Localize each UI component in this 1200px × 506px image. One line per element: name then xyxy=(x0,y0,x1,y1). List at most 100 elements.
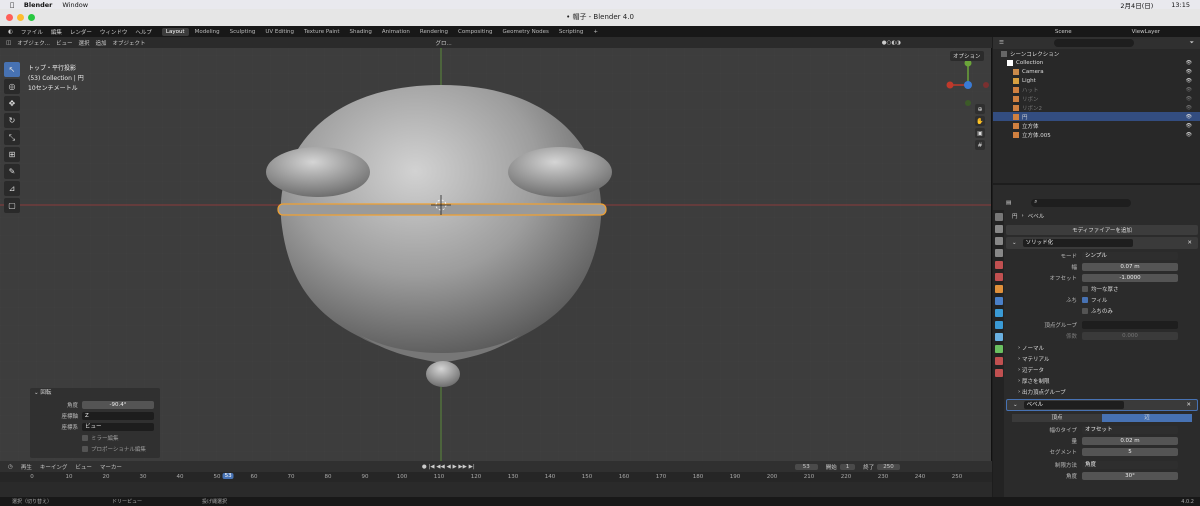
menu-render[interactable]: レンダー xyxy=(70,28,92,36)
tab-texture-paint[interactable]: Texture Paint xyxy=(300,28,344,36)
outliner-editor-icon[interactable]: ☰ xyxy=(999,40,1004,46)
timeline-menu-marker[interactable]: マーカー xyxy=(100,463,122,471)
outliner-item[interactable]: リボン2 👁 xyxy=(993,103,1200,112)
tab-modeling[interactable]: Modeling xyxy=(191,28,224,36)
bevel-name-field[interactable]: ベベル xyxy=(1023,401,1124,409)
material-tab-icon[interactable] xyxy=(995,357,1003,365)
timeline-editor-icon[interactable]: ◷ xyxy=(8,464,13,470)
viewport-menu-select[interactable]: 選択 xyxy=(78,39,89,47)
zoom-icon[interactable]: ⊕ xyxy=(975,104,985,114)
fill-checkbox[interactable] xyxy=(1082,297,1088,303)
search-icon[interactable]: ⌕ xyxy=(1031,199,1132,207)
outliner-item[interactable]: ハット 👁 xyxy=(993,85,1200,94)
tab-layout[interactable]: Layout xyxy=(161,27,189,36)
close-icon[interactable]: ✕ xyxy=(1186,402,1191,408)
modifier-tab-icon[interactable] xyxy=(995,297,1003,305)
expand-chevron-icon[interactable]: ⌄ xyxy=(1013,402,1018,408)
tab-edges[interactable]: 辺 xyxy=(1102,414,1192,422)
shading-modes-icon[interactable]: ●○◐◑ xyxy=(882,40,901,46)
axis-select[interactable]: Z xyxy=(82,412,154,420)
mode-select[interactable]: シンプル xyxy=(1082,252,1178,260)
add-cube-tool-icon[interactable]: ▢ xyxy=(4,198,20,213)
apple-icon[interactable]:  xyxy=(10,1,14,9)
outliner-item[interactable]: 立方体 👁 xyxy=(993,121,1200,130)
tab-animation[interactable]: Animation xyxy=(378,28,414,36)
object-tab-icon[interactable] xyxy=(995,285,1003,293)
visibility-eye-icon[interactable]: 👁 xyxy=(1186,105,1192,111)
even-thickness-checkbox[interactable] xyxy=(1082,286,1088,292)
scene-tab-icon[interactable] xyxy=(995,261,1003,269)
select-tool-icon[interactable]: ↖ xyxy=(4,62,20,77)
outliner-item[interactable]: 円 👁 xyxy=(993,112,1200,121)
transform-tool-icon[interactable]: ⊞ xyxy=(4,147,20,162)
outliner-item[interactable]: 立方体.005 👁 xyxy=(993,130,1200,139)
tab-shading[interactable]: Shading xyxy=(346,28,376,36)
tab-sculpting[interactable]: Sculpting xyxy=(226,28,260,36)
solidify-name-field[interactable]: ソリッド化 xyxy=(1022,239,1133,247)
scene-selector[interactable]: Scene xyxy=(1055,29,1072,35)
pan-hand-icon[interactable]: ✋ xyxy=(975,116,985,126)
end-frame-field[interactable]: 250 xyxy=(877,463,900,470)
close-window-button[interactable] xyxy=(6,14,13,21)
editor-type-icon[interactable]: ▤ xyxy=(1006,200,1011,206)
panel-title[interactable]: ⌄ 回転 xyxy=(30,388,160,399)
world-tab-icon[interactable] xyxy=(995,273,1003,281)
camera-view-icon[interactable]: ▣ xyxy=(975,128,985,138)
tool-tab-icon[interactable] xyxy=(995,213,1003,221)
render-tab-icon[interactable] xyxy=(995,225,1003,233)
blender-logo-icon[interactable]: ◐ xyxy=(8,29,13,35)
zoom-window-button[interactable] xyxy=(28,14,35,21)
viewport-menu-object[interactable]: オブジェクト xyxy=(113,39,146,47)
viewport-options-button[interactable]: オプション xyxy=(950,51,984,61)
move-tool-icon[interactable]: ✥ xyxy=(4,96,20,111)
vertex-group-field[interactable] xyxy=(1082,321,1178,329)
offset-field[interactable]: -1.0000 xyxy=(1082,274,1178,282)
minimize-window-button[interactable] xyxy=(17,14,24,21)
window-menu[interactable]: Window xyxy=(62,1,88,9)
constraints-tab-icon[interactable] xyxy=(995,333,1003,341)
outliner-item[interactable]: リボン 👁 xyxy=(993,94,1200,103)
section-normals[interactable]: › ノーマル xyxy=(1006,342,1198,353)
filter-icon[interactable]: ⏷ xyxy=(1190,40,1194,47)
visibility-eye-icon[interactable]: 👁 xyxy=(1186,96,1192,102)
rotate-tool-icon[interactable]: ↻ xyxy=(4,113,20,128)
menu-edit[interactable]: 編集 xyxy=(51,28,62,36)
tab-uv-editing[interactable]: UV Editing xyxy=(261,28,298,36)
solidify-modifier-header[interactable]: ⌄ ソリッド化 ✕ xyxy=(1006,237,1198,249)
particles-tab-icon[interactable] xyxy=(995,309,1003,317)
tab-vertices[interactable]: 頂点 xyxy=(1012,414,1102,422)
editor-type-icon[interactable]: ◫ xyxy=(6,40,11,46)
tab-rendering[interactable]: Rendering xyxy=(416,28,452,36)
scene-collection-row[interactable]: シーンコレクション xyxy=(993,49,1200,58)
expand-chevron-icon[interactable]: ⌄ xyxy=(1012,240,1017,246)
tab-geometry-nodes[interactable]: Geometry Nodes xyxy=(498,28,552,36)
angle-field[interactable]: -90.4° xyxy=(82,401,154,409)
transform-orientation-selector[interactable]: グロ... xyxy=(436,39,452,47)
section-materials[interactable]: › マテリアル xyxy=(1006,353,1198,364)
grid-toggle-icon[interactable]: # xyxy=(975,140,985,150)
current-frame-field[interactable]: 53 xyxy=(794,463,818,470)
outliner-item[interactable]: Camera 👁 xyxy=(993,67,1200,76)
limit-method-select[interactable]: 角度 xyxy=(1082,461,1178,469)
cursor-tool-icon[interactable]: ◎ xyxy=(4,79,20,94)
tab-compositing[interactable]: Compositing xyxy=(454,28,496,36)
add-modifier-button[interactable]: モディファイアーを追加 xyxy=(1006,225,1198,235)
playback-controls-icon[interactable]: ● |◀ ◀◀ ◀ ▶ ▶▶ ▶| xyxy=(422,464,475,470)
mode-selector[interactable]: オブジェク... xyxy=(17,39,50,47)
outliner-item[interactable]: Collection 👁 xyxy=(993,58,1200,67)
measure-tool-icon[interactable]: ⊿ xyxy=(4,181,20,196)
app-menu[interactable]: Blender xyxy=(24,1,53,9)
physics-tab-icon[interactable] xyxy=(995,321,1003,329)
add-workspace-button[interactable]: + xyxy=(589,28,602,36)
width-field[interactable]: 0.07 m xyxy=(1082,263,1178,271)
scale-tool-icon[interactable]: ⤡ xyxy=(4,130,20,145)
frame-ruler[interactable]: 53 0 10 20 30 40 50 60 70 80 90 100 110 120 130 140 150… xyxy=(0,472,992,482)
bevel-modifier-header[interactable]: ⌄ ベベル ✕ xyxy=(1006,399,1198,411)
tab-scripting[interactable]: Scripting xyxy=(555,28,587,36)
menu-window[interactable]: ウィンドウ xyxy=(100,28,128,36)
menu-help[interactable]: ヘルプ xyxy=(135,28,152,36)
section-output-vertex-groups[interactable]: › 出力頂点グループ xyxy=(1006,386,1198,397)
data-tab-icon[interactable] xyxy=(995,345,1003,353)
amount-field[interactable]: 0.02 m xyxy=(1082,437,1178,445)
rim-only-checkbox[interactable] xyxy=(1082,308,1088,314)
